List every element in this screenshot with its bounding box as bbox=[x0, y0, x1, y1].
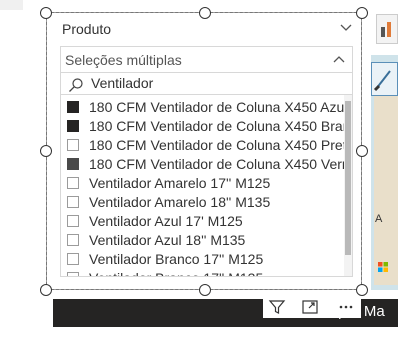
item-label: Ventilador Branco 17'' M125 bbox=[89, 251, 264, 267]
list-item[interactable]: 180 CFM Ventilador de Coluna X450 Branco bbox=[61, 117, 344, 136]
resize-handle-top[interactable] bbox=[199, 7, 211, 19]
item-checkbox[interactable] bbox=[67, 272, 79, 276]
resize-handle-top-left[interactable] bbox=[40, 7, 52, 19]
resize-handle-bottom-left[interactable] bbox=[40, 284, 52, 296]
visual-type-icon[interactable] bbox=[376, 14, 398, 44]
list-item[interactable]: Ventilador Branco 17'' M135 bbox=[61, 269, 344, 276]
item-checkbox[interactable] bbox=[67, 158, 79, 170]
item-label: Ventilador Amarelo 17'' M125 bbox=[89, 175, 271, 191]
list-item[interactable]: Ventilador Amarelo 17'' M125 bbox=[61, 174, 344, 193]
slicer-title: Produto bbox=[62, 21, 112, 37]
map-label: A bbox=[375, 213, 383, 225]
scrollbar[interactable] bbox=[344, 95, 352, 276]
scrollbar-thumb[interactable] bbox=[345, 101, 351, 255]
focus-mode-icon[interactable] bbox=[301, 298, 319, 316]
filter-icon[interactable] bbox=[268, 298, 286, 316]
left-strip bbox=[0, 0, 23, 339]
resize-handle-right[interactable] bbox=[356, 145, 368, 157]
item-checkbox[interactable] bbox=[67, 253, 79, 265]
item-checkbox[interactable] bbox=[67, 139, 79, 151]
product-slicer[interactable]: Produto Seleções múltiplas Ventilador 18… bbox=[46, 12, 362, 290]
search-icon bbox=[69, 78, 83, 92]
item-list: 180 CFM Ventilador de Coluna X450 Azul 18… bbox=[61, 95, 344, 276]
item-label: 180 CFM Ventilador de Coluna X450 Verm. bbox=[89, 156, 344, 172]
list-item[interactable]: Ventilador Branco 17'' M125 bbox=[61, 250, 344, 269]
dropdown-header[interactable]: Seleções múltiplas bbox=[60, 46, 353, 72]
item-checkbox[interactable] bbox=[67, 177, 79, 189]
item-checkbox[interactable] bbox=[67, 234, 79, 246]
resize-handle-bottom-right[interactable] bbox=[356, 284, 368, 296]
more-options-icon[interactable] bbox=[337, 298, 355, 316]
item-label: 180 CFM Ventilador de Coluna X450 Azul bbox=[89, 99, 344, 115]
map-land bbox=[374, 75, 398, 285]
item-checkbox[interactable] bbox=[67, 120, 79, 132]
list-item[interactable]: Ventilador Amarelo 18'' M135 bbox=[61, 193, 344, 212]
list-item[interactable]: Ventilador Azul 18'' M135 bbox=[61, 231, 344, 250]
list-item[interactable]: 180 CFM Ventilador de Coluna X450 Preto bbox=[61, 136, 344, 155]
search-row[interactable]: Ventilador bbox=[61, 73, 352, 95]
dropdown-panel: Ventilador 180 CFM Ventilador de Coluna … bbox=[60, 72, 353, 277]
list-item[interactable]: Ventilador Azul 17' M125 bbox=[61, 212, 344, 231]
item-label: Ventilador Branco 17'' M135 bbox=[89, 270, 263, 276]
item-label: 180 CFM Ventilador de Coluna X450 Branco bbox=[89, 118, 344, 134]
chevron-down-icon[interactable] bbox=[338, 19, 354, 35]
dropdown-label: Seleções múltiplas bbox=[65, 52, 182, 68]
format-brush-icon[interactable] bbox=[371, 62, 398, 96]
item-checkbox[interactable] bbox=[67, 101, 79, 113]
list-item[interactable]: 180 CFM Ventilador de Coluna X450 Azul bbox=[61, 98, 344, 117]
item-checkbox[interactable] bbox=[67, 215, 79, 227]
microsoft-logo-icon bbox=[378, 262, 388, 272]
left-strip-shade bbox=[0, 0, 23, 10]
list-item[interactable]: 180 CFM Ventilador de Coluna X450 Verm. bbox=[61, 155, 344, 174]
item-label: Ventilador Azul 18'' M135 bbox=[89, 232, 246, 248]
item-label: Ventilador Azul 17' M125 bbox=[89, 213, 243, 229]
resize-handle-left[interactable] bbox=[40, 145, 52, 157]
item-checkbox[interactable] bbox=[67, 196, 79, 208]
item-label: Ventilador Amarelo 18'' M135 bbox=[89, 194, 271, 210]
item-label: 180 CFM Ventilador de Coluna X450 Preto bbox=[89, 137, 344, 153]
column-chart-icon bbox=[381, 22, 391, 37]
chevron-up-icon[interactable] bbox=[332, 53, 346, 67]
resize-handle-bottom[interactable] bbox=[199, 284, 211, 296]
visual-header-toolbar bbox=[263, 296, 361, 318]
search-input[interactable]: Ventilador bbox=[91, 75, 153, 91]
resize-handle-top-right[interactable] bbox=[356, 7, 368, 19]
paintbrush-icon bbox=[373, 70, 391, 92]
